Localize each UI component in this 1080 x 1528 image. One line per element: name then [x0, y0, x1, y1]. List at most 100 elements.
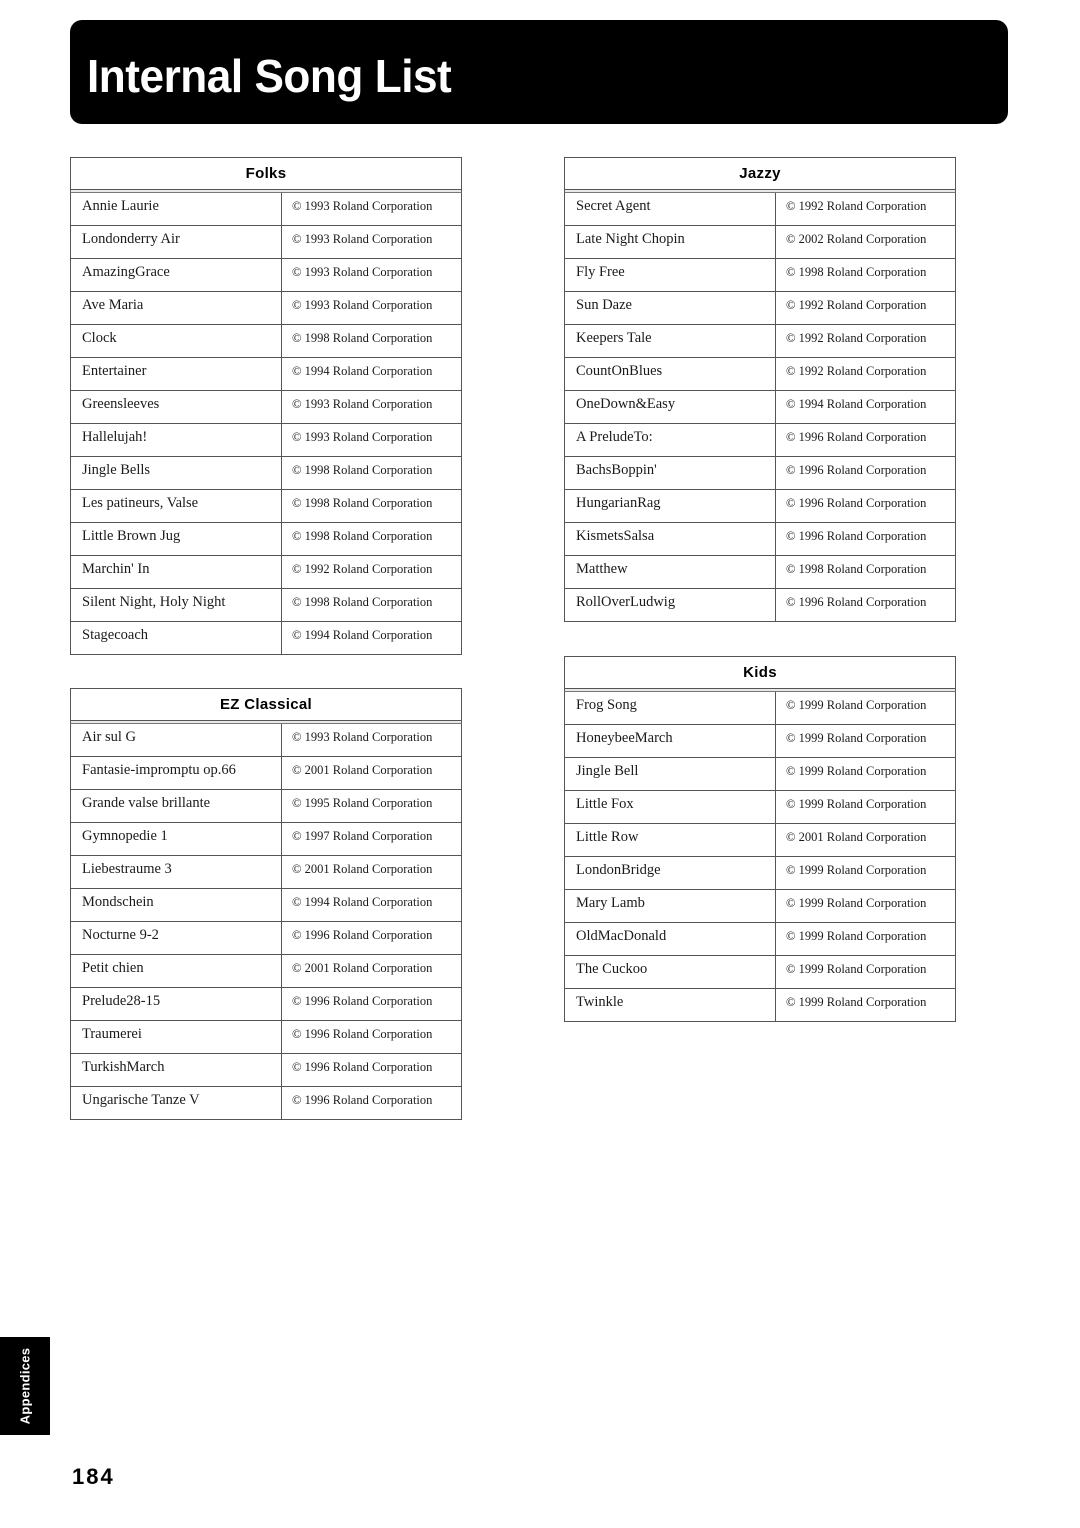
song-copyright: © 1998 Roland Corporation	[292, 595, 433, 609]
table-row: A PreludeTo: © 1996 Roland Corporation	[564, 424, 956, 457]
section-tab-label: Appendices	[17, 1347, 33, 1425]
song-copyright: © 1996 Roland Corporation	[292, 1027, 433, 1041]
song-table-ez-classical: EZ Classical Air sul G © 1993 Roland Corp…	[70, 688, 462, 1120]
table-row: BachsBoppin' © 1996 Roland Corporation	[564, 457, 956, 490]
song-copyright: © 1998 Roland Corporation	[292, 331, 433, 345]
song-copyright: © 1994 Roland Corporation	[292, 628, 433, 642]
table-row: Petit chien © 2001 Roland Corporation	[70, 955, 462, 988]
table-heading: Jazzy	[564, 157, 956, 189]
song-copyright: © 1999 Roland Corporation	[786, 698, 927, 712]
song-name: Mondschein	[71, 889, 282, 921]
table-row: Matthew © 1998 Roland Corporation	[564, 556, 956, 589]
song-name: A PreludeTo:	[565, 424, 776, 456]
song-name: Little Fox	[565, 791, 776, 823]
song-name: Matthew	[565, 556, 776, 588]
table-row: Mary Lamb © 1999 Roland Corporation	[564, 890, 956, 923]
song-copyright: © 1994 Roland Corporation	[292, 895, 433, 909]
song-copyright: © 1999 Roland Corporation	[786, 896, 927, 910]
song-name: HungarianRag	[565, 490, 776, 522]
table-row: Jingle Bell © 1999 Roland Corporation	[564, 758, 956, 791]
song-name: Air sul G	[71, 724, 282, 756]
table-row: Ungarische Tanze V © 1996 Roland Corporat…	[70, 1087, 462, 1120]
table-row: Nocturne 9-2 © 1996 Roland Corporation	[70, 922, 462, 955]
song-copyright: © 1993 Roland Corporation	[292, 397, 433, 411]
song-copyright: © 2001 Roland Corporation	[292, 862, 433, 876]
table-row: Sun Daze © 1992 Roland Corporation	[564, 292, 956, 325]
song-name: Hallelujah!	[71, 424, 282, 456]
song-copyright: © 1994 Roland Corporation	[786, 397, 927, 411]
song-name: Traumerei	[71, 1021, 282, 1053]
song-name: Gymnopedie 1	[71, 823, 282, 855]
song-name: Nocturne 9-2	[71, 922, 282, 954]
table-row: Grande valse brillante © 1995 Roland Corp…	[70, 790, 462, 823]
song-copyright: © 1999 Roland Corporation	[786, 929, 927, 943]
table-row: Little Brown Jug © 1998 Roland Corporatio…	[70, 523, 462, 556]
song-name: Twinkle	[565, 989, 776, 1021]
table-row: Fantasie-impromptu op.66 © 2001 Roland Co…	[70, 757, 462, 790]
song-name: Clock	[71, 325, 282, 357]
table-row: Greensleeves © 1993 Roland Corporation	[70, 391, 462, 424]
table-row: Prelude28-15 © 1996 Roland Corporation	[70, 988, 462, 1021]
song-copyright: © 2001 Roland Corporation	[786, 830, 927, 844]
song-name: Entertainer	[71, 358, 282, 390]
table-row: Ave Maria © 1993 Roland Corporation	[70, 292, 462, 325]
table-row: OneDown&Easy © 1994 Roland Corporation	[564, 391, 956, 424]
song-copyright: © 1995 Roland Corporation	[292, 796, 433, 810]
song-name: Jingle Bells	[71, 457, 282, 489]
song-copyright: © 1992 Roland Corporation	[786, 364, 927, 378]
song-name: Mary Lamb	[565, 890, 776, 922]
song-copyright: © 1999 Roland Corporation	[786, 962, 927, 976]
song-copyright: © 1998 Roland Corporation	[786, 265, 927, 279]
song-copyright: © 1999 Roland Corporation	[786, 764, 927, 778]
song-copyright: © 1993 Roland Corporation	[292, 430, 433, 444]
song-name: Londonderry Air	[71, 226, 282, 258]
table-row: TurkishMarch © 1996 Roland Corporation	[70, 1054, 462, 1087]
table-row: Keepers Tale © 1992 Roland Corporation	[564, 325, 956, 358]
table-row: HoneybeeMarch © 1999 Roland Corporation	[564, 725, 956, 758]
song-copyright: © 2001 Roland Corporation	[292, 763, 433, 777]
table-row: CountOnBlues © 1992 Roland Corporation	[564, 358, 956, 391]
song-copyright: © 1998 Roland Corporation	[786, 562, 927, 576]
table-row: Frog Song © 1999 Roland Corporation	[564, 692, 956, 725]
song-name: TurkishMarch	[71, 1054, 282, 1086]
song-copyright: © 2002 Roland Corporation	[786, 232, 927, 246]
song-name: Little Row	[565, 824, 776, 856]
table-row: Traumerei © 1996 Roland Corporation	[70, 1021, 462, 1054]
song-name: OneDown&Easy	[565, 391, 776, 423]
table-row: KismetsSalsa © 1996 Roland Corporation	[564, 523, 956, 556]
song-name: Fly Free	[565, 259, 776, 291]
table-heading: EZ Classical	[70, 688, 462, 720]
table-row: Liebestraume 3 © 2001 Roland Corporation	[70, 856, 462, 889]
song-table-jazzy: Jazzy Secret Agent © 1992 Roland Corporat…	[564, 157, 956, 622]
song-name: Sun Daze	[565, 292, 776, 324]
table-row: Stagecoach © 1994 Roland Corporation	[70, 622, 462, 655]
table-row: Mondschein © 1994 Roland Corporation	[70, 889, 462, 922]
table-row: LondonBridge © 1999 Roland Corporation	[564, 857, 956, 890]
song-name: Greensleeves	[71, 391, 282, 423]
table-heading: Folks	[70, 157, 462, 189]
table-row: Late Night Chopin © 2002 Roland Corporati…	[564, 226, 956, 259]
song-name: Ungarische Tanze V	[71, 1087, 282, 1119]
song-name: Late Night Chopin	[565, 226, 776, 258]
song-name: Fantasie-impromptu op.66	[71, 757, 282, 789]
song-copyright: © 1993 Roland Corporation	[292, 298, 433, 312]
song-table-folks: Folks Annie Laurie © 1993 Roland Corporat…	[70, 157, 462, 655]
table-row: Little Fox © 1999 Roland Corporation	[564, 791, 956, 824]
song-name: Marchin' In	[71, 556, 282, 588]
song-copyright: © 1998 Roland Corporation	[292, 496, 433, 510]
song-copyright: © 2001 Roland Corporation	[292, 961, 433, 975]
song-copyright: © 1996 Roland Corporation	[292, 994, 433, 1008]
song-name: Little Brown Jug	[71, 523, 282, 555]
song-name: Silent Night, Holy Night	[71, 589, 282, 621]
table-row: Clock © 1998 Roland Corporation	[70, 325, 462, 358]
song-copyright: © 1996 Roland Corporation	[786, 463, 927, 477]
table-row: Entertainer © 1994 Roland Corporation	[70, 358, 462, 391]
song-copyright: © 1996 Roland Corporation	[786, 430, 927, 444]
song-name: Annie Laurie	[71, 193, 282, 225]
song-copyright: © 1993 Roland Corporation	[292, 730, 433, 744]
song-name: KismetsSalsa	[565, 523, 776, 555]
table-row: AmazingGrace © 1993 Roland Corporation	[70, 259, 462, 292]
song-table-kids: Kids Frog Song © 1999 Roland Corporation H…	[564, 656, 956, 1022]
song-name: CountOnBlues	[565, 358, 776, 390]
table-row: Jingle Bells © 1998 Roland Corporation	[70, 457, 462, 490]
